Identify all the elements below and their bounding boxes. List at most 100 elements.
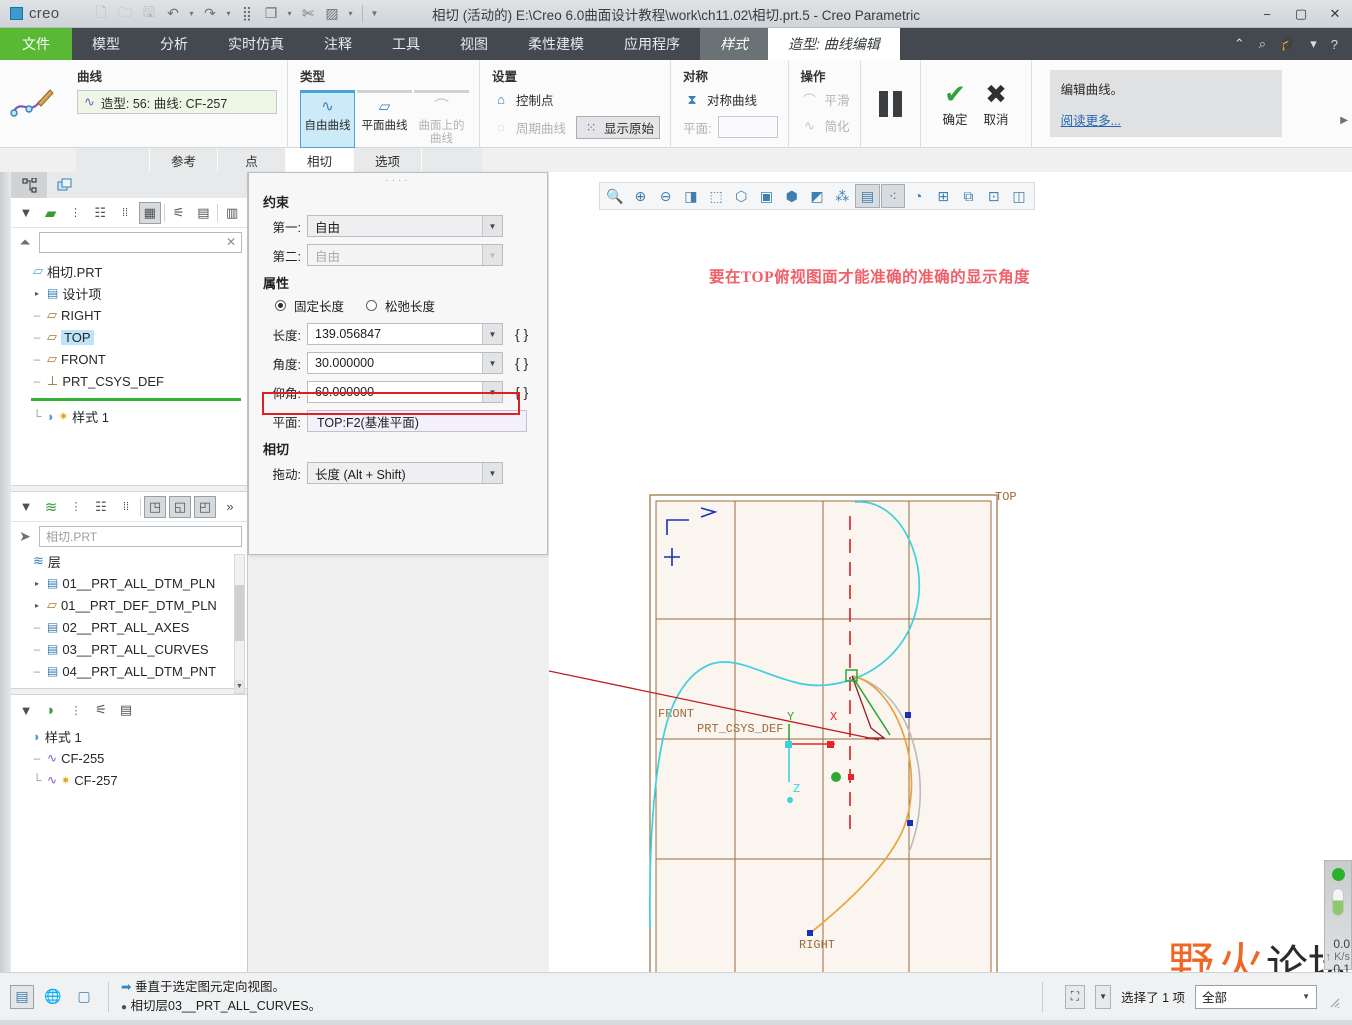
- refit-icon[interactable]: ◨: [679, 184, 703, 208]
- plane-collector[interactable]: TOP:F2(基准平面): [307, 410, 527, 432]
- control-point[interactable]: [807, 930, 813, 936]
- fixed-length-radio[interactable]: [275, 300, 286, 311]
- navigator-divider-1[interactable]: [11, 485, 247, 492]
- style-item-cf255[interactable]: – ∿ CF-255: [17, 747, 247, 769]
- elevation-input[interactable]: 60.000000 ▼: [307, 381, 503, 403]
- menu-right-icons[interactable]: ⌃ ⌕ 🎓 ▾ ?: [1234, 28, 1352, 60]
- model-tree-tab[interactable]: [11, 172, 47, 198]
- tree-more-icon[interactable]: ⋮: [65, 202, 87, 224]
- chevron-down-icon[interactable]: ▼: [482, 353, 502, 373]
- menu-item-model[interactable]: 模型: [72, 28, 140, 60]
- graphics-viewport[interactable]: 🔍 ⊕ ⊖ ◨ ⬚ ⬡ ▣ ⬢ ◩ ⁂ ▤ ⁖ ◔ ⊞ ⧉ ⊡ ◫ 要在TOP俯…: [549, 172, 1352, 972]
- show-original-button[interactable]: ⁙ 显示原始: [576, 116, 661, 139]
- navigator-divider-2[interactable]: [11, 688, 247, 695]
- menu-item-live-simulation[interactable]: 实时仿真: [208, 28, 304, 60]
- layer-select-icon[interactable]: ◰: [194, 495, 216, 518]
- elevation-relation-button[interactable]: { }: [515, 384, 528, 400]
- folder-browser-tab[interactable]: [47, 172, 83, 198]
- type-planar-curve-button[interactable]: ▱ 平面曲线: [357, 90, 412, 148]
- menu-file[interactable]: 文件: [0, 28, 72, 60]
- menu-item-analysis[interactable]: 分析: [140, 28, 208, 60]
- control-point[interactable]: [907, 820, 913, 826]
- plane-display-icon[interactable]: ▤: [855, 184, 880, 208]
- menu-context-tab-curve-edit[interactable]: 造型: 曲线编辑: [768, 28, 900, 60]
- regenerate-icon[interactable]: ⣿: [236, 3, 258, 25]
- layer-path-value[interactable]: 相切.PRT: [39, 525, 242, 547]
- quick-access-toolbar[interactable]: 🗋 🗀 🖫 ↶ ▾ ↷ ▾ ⣿ ❐ ▾ ✄ ▨ ▾ ▼: [86, 3, 380, 25]
- layer-scroll-down-icon[interactable]: ▼: [235, 680, 244, 693]
- saved-views-icon[interactable]: ⬡: [729, 184, 753, 208]
- resize-grip-icon[interactable]: [1327, 995, 1340, 1008]
- angle-input[interactable]: 30.000000 ▼: [307, 352, 503, 374]
- expander-icon[interactable]: ▸: [31, 601, 43, 610]
- layer-item-all-dtm-pnt[interactable]: – ▤ 04__PRT_ALL_DTM_PNT: [17, 660, 247, 682]
- layer-more-icon[interactable]: ⋮: [65, 496, 87, 518]
- cad-model-canvas[interactable]: TOP FRONT RIGHT PRT_CSYS_DEF Y X Z: [549, 212, 1352, 972]
- layer-item-def-dtm-pln[interactable]: ▸ ▱ 01__PRT_DEF_DTM_PLN: [17, 594, 247, 616]
- zoom-box-icon[interactable]: 🔍: [603, 184, 627, 208]
- tree-item-top[interactable]: – ▱ TOP: [17, 326, 247, 348]
- menu-item-tools[interactable]: 工具: [372, 28, 440, 60]
- tree-display-icon[interactable]: ▥: [221, 202, 243, 224]
- chevron-down-icon[interactable]: ▼: [482, 216, 502, 236]
- length-input[interactable]: 139.056847 ▼: [307, 323, 503, 345]
- view-manager-icon[interactable]: ▣: [754, 184, 778, 208]
- style-item-cf257[interactable]: └ ∿ ✷ CF-257: [17, 769, 247, 791]
- window-controls[interactable]: − ▢ ✕: [1250, 0, 1352, 28]
- tree-filter-clear-icon[interactable]: ✕: [226, 235, 236, 249]
- style-surface-icon[interactable]: ◗: [40, 699, 62, 721]
- tree-model-icon[interactable]: ▰: [40, 202, 62, 224]
- globe-icon[interactable]: 🌐: [41, 985, 65, 1009]
- layers-icon[interactable]: ≋: [40, 496, 62, 518]
- style-settings-icon[interactable]: ▤: [115, 699, 137, 721]
- tree-list-icon[interactable]: ☷: [89, 202, 111, 224]
- qat-customize-icon[interactable]: ▼: [369, 9, 380, 18]
- style-root[interactable]: ◗ 样式 1: [17, 725, 247, 747]
- layer-overflow-icon[interactable]: »: [219, 496, 241, 518]
- layer-scrollbar[interactable]: ▼: [234, 554, 245, 694]
- length-relation-button[interactable]: { }: [515, 326, 528, 342]
- tree-item-design-items[interactable]: ▸ ▤ 设计项: [17, 282, 247, 304]
- curve-collector-field[interactable]: ∿ 造型: 56: 曲线: CF-257: [77, 90, 277, 114]
- window-switch-icon[interactable]: ❐: [260, 3, 282, 25]
- layer-outline-icon[interactable]: ⁞⁞: [115, 496, 137, 518]
- tree-item-right[interactable]: – ▱ RIGHT: [17, 304, 247, 326]
- tree-item-part[interactable]: ▱ 相切.PRT: [17, 260, 247, 282]
- selection-filter-select[interactable]: 全部 ▼: [1195, 984, 1317, 1009]
- datum-display-icon[interactable]: ⁂: [830, 184, 854, 208]
- point-display-icon[interactable]: ◔: [906, 184, 930, 208]
- maximize-button[interactable]: ▢: [1284, 0, 1318, 28]
- tree-filter-icon[interactable]: ⚟: [168, 202, 190, 224]
- spin-center-icon[interactable]: ⊡: [982, 184, 1006, 208]
- collapse-ribbon-icon[interactable]: ⌃: [1234, 36, 1245, 52]
- subtab-references[interactable]: 参考: [150, 148, 218, 172]
- style-collapse-icon[interactable]: ▼: [15, 699, 37, 721]
- close-button[interactable]: ✕: [1318, 0, 1352, 28]
- section-icon[interactable]: ◫: [1007, 184, 1031, 208]
- help-icon[interactable]: ?: [1331, 37, 1338, 52]
- blank-panel-icon[interactable]: ▢: [72, 985, 96, 1009]
- menu-item-annotate[interactable]: 注释: [304, 28, 372, 60]
- subtab-options[interactable]: 选项: [354, 148, 422, 172]
- layer-collapse-icon[interactable]: ▼: [15, 496, 37, 518]
- menu-item-flexible-modeling[interactable]: 柔性建模: [508, 28, 604, 60]
- undo-icon[interactable]: ↶: [162, 3, 184, 25]
- layer-show-icon[interactable]: ◳: [144, 495, 166, 518]
- angle-relation-button[interactable]: { }: [515, 355, 528, 371]
- tree-item-csys[interactable]: – ⊥ PRT_CSYS_DEF: [17, 370, 247, 392]
- appearance-dropdown-icon[interactable]: ▾: [345, 9, 356, 18]
- layer-item-all-dtm-pln[interactable]: ▸ ▤ 01__PRT_ALL_DTM_PLN: [17, 572, 247, 594]
- layer-item-all-curves[interactable]: – ▤ 03__PRT_ALL_CURVES: [17, 638, 247, 660]
- dialog-drag-handle[interactable]: ····: [249, 173, 547, 187]
- subtab-points[interactable]: 点: [218, 148, 286, 172]
- model-display-icon[interactable]: ▤: [10, 984, 34, 1009]
- axis-display-icon[interactable]: ⁖: [880, 184, 905, 208]
- menu-item-applications[interactable]: 应用程序: [604, 28, 700, 60]
- help-read-more-link[interactable]: 阅读更多...: [1061, 110, 1121, 129]
- undo-dropdown-icon[interactable]: ▾: [186, 9, 197, 18]
- new-file-icon[interactable]: 🗋: [90, 3, 112, 25]
- redo-dropdown-icon[interactable]: ▾: [223, 9, 234, 18]
- tree-item-front[interactable]: – ▱ FRONT: [17, 348, 247, 370]
- chevron-down-icon[interactable]: ▼: [1302, 992, 1310, 1001]
- expander-icon[interactable]: ▸: [31, 289, 43, 298]
